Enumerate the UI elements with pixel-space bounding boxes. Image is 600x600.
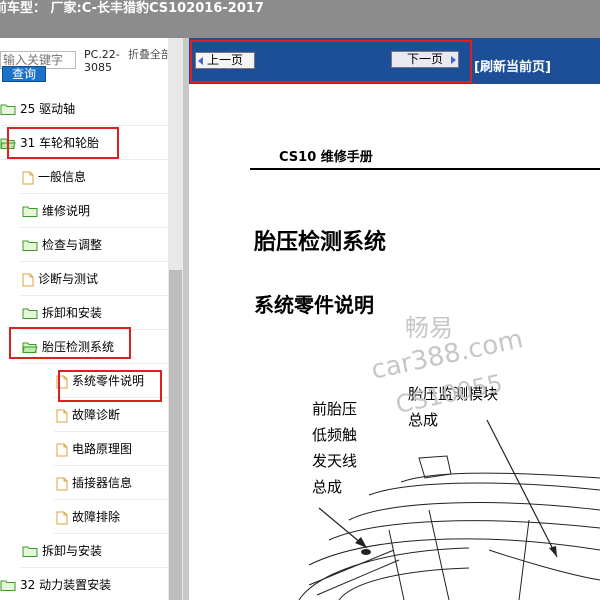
tree-item-label: 检查与调整 [42, 238, 103, 252]
arrow-right-icon [451, 56, 456, 64]
row-divider [20, 227, 170, 228]
document-icon [56, 477, 68, 490]
row-divider [20, 363, 170, 364]
car-illustration [298, 419, 600, 600]
tree-item-diagnosis-test[interactable]: 诊断与测试 [22, 265, 98, 293]
row-divider [20, 193, 170, 194]
tree-item-powertrain-install[interactable]: 32 动力装置安装 [0, 571, 111, 599]
row-divider [54, 499, 170, 500]
tree-item-removal-install-2[interactable]: 拆卸与安装 [22, 537, 102, 565]
row-divider [54, 465, 170, 466]
folder-icon [0, 580, 16, 591]
tree-item-label: 故障排除 [72, 510, 121, 524]
tree-item-label: 25 驱动轴 [20, 102, 76, 116]
prev-page-label: 上一页 [206, 53, 243, 67]
tree-item-label: 诊断与测试 [38, 272, 99, 286]
doc-subtitle: 系统零件说明 [254, 293, 374, 317]
row-divider [54, 431, 170, 432]
tree-item-label: 32 动力装置安装 [20, 578, 112, 592]
next-page-button[interactable]: 下一页 [391, 51, 459, 68]
tree-item-label: 拆卸与安装 [42, 544, 103, 558]
document-icon [56, 511, 68, 524]
tree-item-label: 维修说明 [42, 204, 91, 218]
folder-icon [22, 308, 38, 319]
highlight-box [7, 127, 119, 159]
scrollbar-thumb[interactable] [169, 270, 182, 600]
arrow-left-icon [198, 57, 203, 65]
row-divider [20, 567, 170, 568]
tree-item-drive-shaft[interactable]: 25 驱动轴 [0, 95, 75, 123]
tree-item-service-notes[interactable]: 维修说明 [22, 197, 90, 225]
pc-code: PC.22-3085 [84, 48, 120, 74]
tree-item-label: 插接器信息 [72, 476, 133, 490]
sidebar: 查询 PC.22-3085 折叠全部 25 驱动轴31 车轮和轮胎一般信息维修说… [0, 38, 183, 600]
doc-title: 胎压检测系统 [254, 230, 387, 255]
tree-item-inspection-adjust[interactable]: 检查与调整 [22, 231, 102, 259]
tree-item-circuit-diagram[interactable]: 电路原理图 [56, 435, 132, 463]
prev-page-button[interactable]: 上一页 [195, 52, 255, 69]
row-divider [20, 295, 170, 296]
document-icon [56, 409, 68, 422]
tree-item-label: 故障诊断 [72, 408, 121, 422]
title-bar: 前车型： 厂家:C-长丰猎豹CS102016-2017 [0, 0, 600, 38]
folder-icon [22, 240, 38, 251]
tree-item-label: 拆卸和安装 [42, 306, 103, 320]
row-divider [0, 125, 170, 126]
watermark-line1: 畅易 [405, 314, 453, 342]
next-page-label: 下一页 [406, 52, 443, 66]
tree-item-fault-diagnosis[interactable]: 故障诊断 [56, 401, 120, 429]
tree-item-general-info[interactable]: 一般信息 [22, 163, 86, 191]
folder-icon [22, 546, 38, 557]
row-divider [54, 533, 170, 534]
search-row: 查询 PC.22-3085 折叠全部 [0, 38, 183, 88]
row-divider [0, 159, 170, 160]
highlight-box [58, 370, 162, 402]
tree-item-removal-install[interactable]: 拆卸和安装 [22, 299, 102, 327]
tree-item-label: 电路原理图 [72, 442, 133, 456]
folder-icon [0, 104, 16, 115]
tree-item-label: 一般信息 [38, 170, 87, 184]
window-title: 前车型： 厂家:C-长丰猎豹CS102016-2017 [0, 1, 264, 16]
doc-header: CS10 维修手册 [279, 150, 373, 165]
document-icon [22, 273, 34, 286]
document-icon [56, 443, 68, 456]
folder-icon [22, 206, 38, 217]
doc-header-rule [250, 168, 600, 170]
document-icon [22, 171, 34, 184]
tree-item-connector-info[interactable]: 插接器信息 [56, 469, 132, 497]
tree-item-troubleshoot[interactable]: 故障排除 [56, 503, 120, 531]
row-divider [20, 261, 170, 262]
search-button[interactable]: 查询 [2, 66, 46, 82]
collapse-all-link[interactable]: 折叠全部 [128, 48, 172, 61]
refresh-link[interactable]: [刷新当前页] [474, 56, 551, 75]
highlight-box [9, 327, 131, 359]
